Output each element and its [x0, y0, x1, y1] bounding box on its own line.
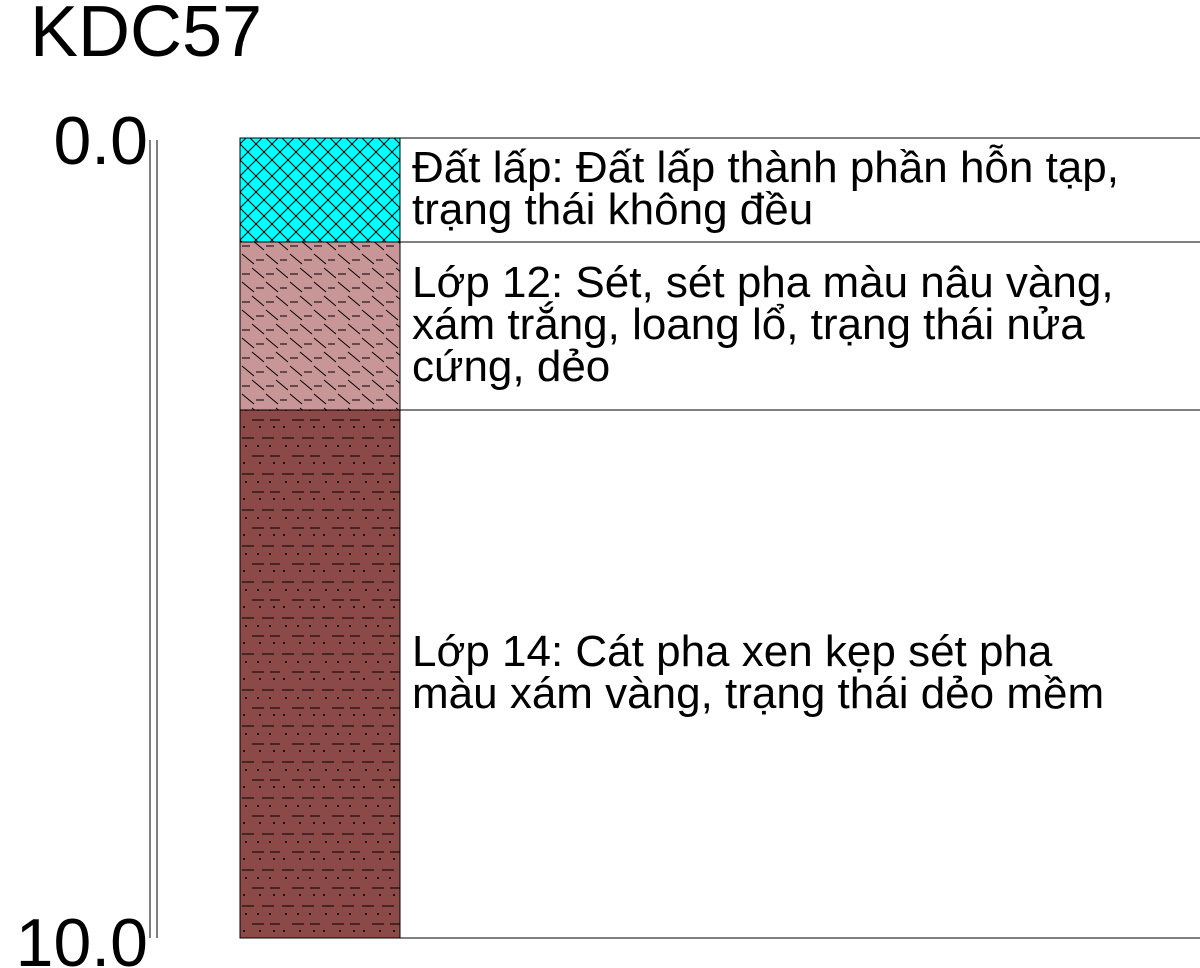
- layer-2-fill: [239, 241, 401, 411]
- layer-3-fill: [239, 409, 401, 939]
- borehole-log: KDC57 0.0 10.0 Đất lấp: Đất lấp thành ph…: [16, 0, 1200, 968]
- soil-layers: Đất lấp: Đất lấp thành phần hỗn tạp,trạn…: [239, 137, 1200, 939]
- layer-2-description-line: cứng, dẻo: [412, 342, 610, 391]
- depth-top-label: 0.0: [53, 103, 148, 179]
- borehole-name: KDC57: [30, 0, 262, 72]
- layer-3-description-line: màu xám vàng, trạng thái dẻo mềm: [412, 669, 1104, 718]
- depth-bottom-label: 10.0: [16, 905, 148, 968]
- layer-1-description-line: trạng thái không đều: [412, 185, 813, 234]
- layer-1-fill: [239, 137, 401, 243]
